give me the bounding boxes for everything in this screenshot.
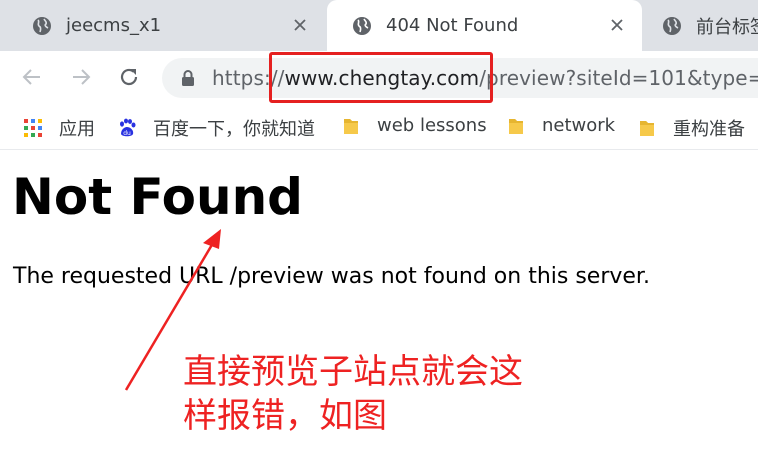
bookmark-web-lessons[interactable]: web lessons — [341, 115, 487, 136]
bookmark-label: web lessons — [377, 115, 487, 136]
error-message: The requested URL /preview was not found… — [13, 264, 650, 289]
close-icon[interactable] — [606, 14, 628, 36]
annotation-line-2: 样报错，如图 — [183, 396, 387, 436]
page-title: Not Found — [12, 168, 303, 226]
bookmark-label: 重构准备 — [673, 119, 745, 140]
globe-icon — [353, 16, 371, 35]
tab-jeecms[interactable]: jeecms_x1 — [0, 0, 325, 51]
folder-icon — [509, 118, 523, 134]
bookmark-label: 应用 — [59, 119, 95, 140]
tab-strip: jeecms_x1 404 Not Found 前台标签 — [0, 0, 758, 51]
url-path: /preview?siteId=101&type= — [479, 66, 758, 90]
bookmarks-bar: 应用 du 百度一下，你就知道 web lessons network 重构准备 — [0, 103, 758, 150]
folder-icon — [344, 118, 358, 134]
bookmark-network[interactable]: network — [506, 115, 615, 136]
forward-arrow-icon[interactable] — [69, 65, 93, 89]
annotation-note: 直接预览子站点就会这 样报错，如图 — [183, 350, 563, 438]
back-arrow-icon[interactable] — [20, 65, 44, 89]
apps-grid-icon — [24, 119, 42, 137]
lock-icon[interactable] — [180, 69, 196, 87]
tab-frontend-tags[interactable]: 前台标签 — [650, 0, 758, 51]
globe-icon — [33, 16, 51, 35]
bookmark-label: 百度一下，你就知道 — [153, 119, 315, 140]
reload-icon[interactable] — [117, 65, 141, 89]
annotation-line-1: 直接预览子站点就会这 — [183, 352, 523, 392]
tab-title: 前台标签 — [696, 16, 758, 38]
annotation-highlight-box — [269, 52, 493, 103]
svg-text:du: du — [123, 130, 131, 137]
bookmark-label: network — [542, 115, 616, 136]
baidu-paw-icon: du — [120, 118, 136, 137]
close-icon[interactable] — [289, 14, 311, 36]
bookmark-apps[interactable]: 应用 — [23, 115, 95, 141]
bookmark-baidu[interactable]: du 百度一下，你就知道 — [117, 115, 315, 141]
globe-icon — [663, 16, 681, 35]
tab-title: jeecms_x1 — [66, 15, 162, 36]
bookmark-refactor-prep[interactable]: 重构准备 — [637, 115, 745, 141]
tab-404-not-found[interactable]: 404 Not Found — [327, 0, 642, 51]
folder-icon — [640, 121, 654, 136]
tab-title: 404 Not Found — [386, 15, 519, 36]
